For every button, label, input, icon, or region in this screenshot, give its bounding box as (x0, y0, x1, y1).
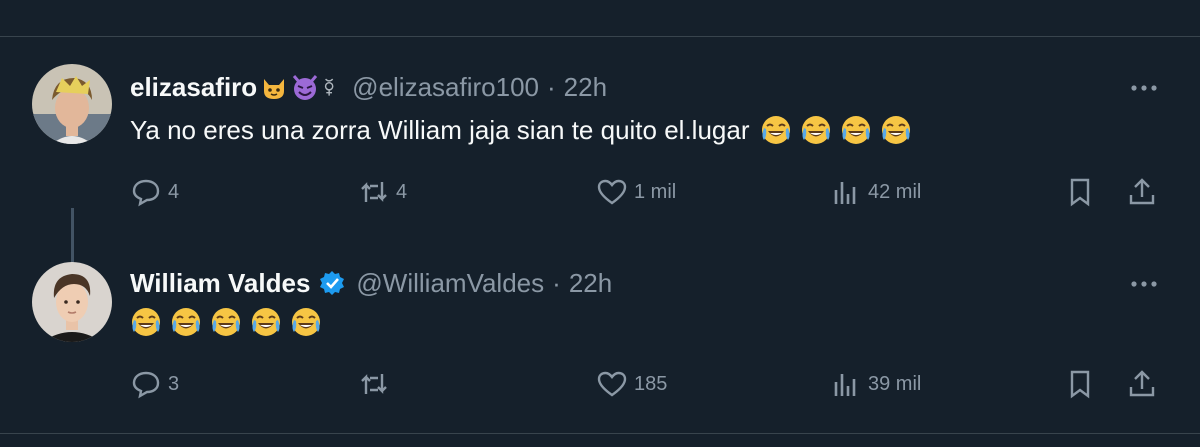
handle[interactable]: @elizasafiro100 (352, 72, 539, 103)
retweet-icon (361, 182, 387, 202)
views-icon (834, 374, 856, 396)
retweet-icon (361, 374, 387, 394)
crying-laughing-emoji-icon (880, 114, 912, 146)
like-count: 1 mil (634, 180, 677, 203)
bookmark-button[interactable] (1064, 368, 1096, 400)
crying-laughing-emoji-icon (250, 306, 282, 338)
share-icon (1129, 178, 1155, 205)
more-icon[interactable] (1128, 278, 1160, 290)
top-divider (0, 36, 1200, 37)
verified-badge-icon (320, 271, 345, 295)
reply-button[interactable]: 4 (130, 176, 179, 208)
views-count: 42 mil (868, 180, 922, 203)
tweet-2-header: William Valdes @WilliamValdes · 22h (130, 266, 612, 300)
more-icon[interactable] (1128, 82, 1160, 94)
like-button[interactable]: 185 (596, 368, 667, 400)
bottom-divider (0, 433, 1200, 434)
crying-laughing-emoji-icon (210, 306, 242, 338)
views-count: 39 mil (868, 372, 922, 395)
reply-count: 3 (168, 372, 180, 395)
mercury-symbol-icon (325, 78, 334, 96)
tweet-1-actions: 4 4 1 mil 42 mil (130, 176, 1170, 216)
devil-emoji-icon (293, 75, 318, 100)
share-button[interactable] (1126, 368, 1158, 400)
crying-laughing-emoji-icon (130, 306, 162, 338)
like-icon (597, 179, 627, 205)
bookmark-icon (1070, 370, 1090, 399)
thread-container: elizasafiro @elizasafiro100 · 22h Ya no … (0, 0, 1200, 447)
views-icon (834, 182, 856, 204)
timestamp[interactable]: 22h (564, 72, 607, 103)
retweet-button[interactable]: 4 (358, 176, 407, 208)
bookmark-button[interactable] (1064, 176, 1096, 208)
avatar-elizasafiro[interactable] (32, 64, 112, 144)
crying-laughing-emoji-icon (840, 114, 872, 146)
tweet-2-emoji-text (130, 306, 330, 338)
display-name[interactable]: William Valdes (130, 268, 310, 299)
reply-icon (132, 179, 160, 207)
views-button[interactable]: 42 mil (830, 176, 921, 208)
cat-emoji-icon (264, 79, 285, 99)
avatar-william-valdes[interactable] (32, 262, 112, 342)
timestamp[interactable]: 22h (569, 268, 612, 299)
tweet-1-text: Ya no eres una zorra William jaja sian t… (130, 112, 920, 148)
crying-laughing-emoji-icon (800, 114, 832, 146)
reply-icon (132, 371, 160, 399)
share-icon (1129, 370, 1155, 397)
views-button[interactable]: 39 mil (830, 368, 921, 400)
retweet-button[interactable] (358, 368, 396, 400)
share-button[interactable] (1126, 176, 1158, 208)
handle[interactable]: @WilliamValdes (356, 268, 544, 299)
tweet-1-header: elizasafiro @elizasafiro100 · 22h (130, 70, 607, 104)
tweet-text: Ya no eres una zorra William jaja sian t… (130, 115, 750, 145)
crying-laughing-emoji-icon (170, 306, 202, 338)
like-count: 185 (634, 372, 668, 395)
separator-dot: · (552, 267, 561, 298)
crying-laughing-emoji-icon (290, 306, 322, 338)
reply-button[interactable]: 3 (130, 368, 179, 400)
display-name[interactable]: elizasafiro (130, 72, 257, 103)
crying-laughing-emoji-icon (760, 114, 792, 146)
reply-count: 4 (168, 180, 180, 203)
retweet-count: 4 (396, 180, 408, 203)
tweet-2-actions: 3 185 39 mil (130, 368, 1170, 408)
like-button[interactable]: 1 mil (596, 176, 676, 208)
separator-dot: · (547, 71, 556, 102)
bookmark-icon (1070, 178, 1090, 207)
like-icon (597, 371, 627, 397)
